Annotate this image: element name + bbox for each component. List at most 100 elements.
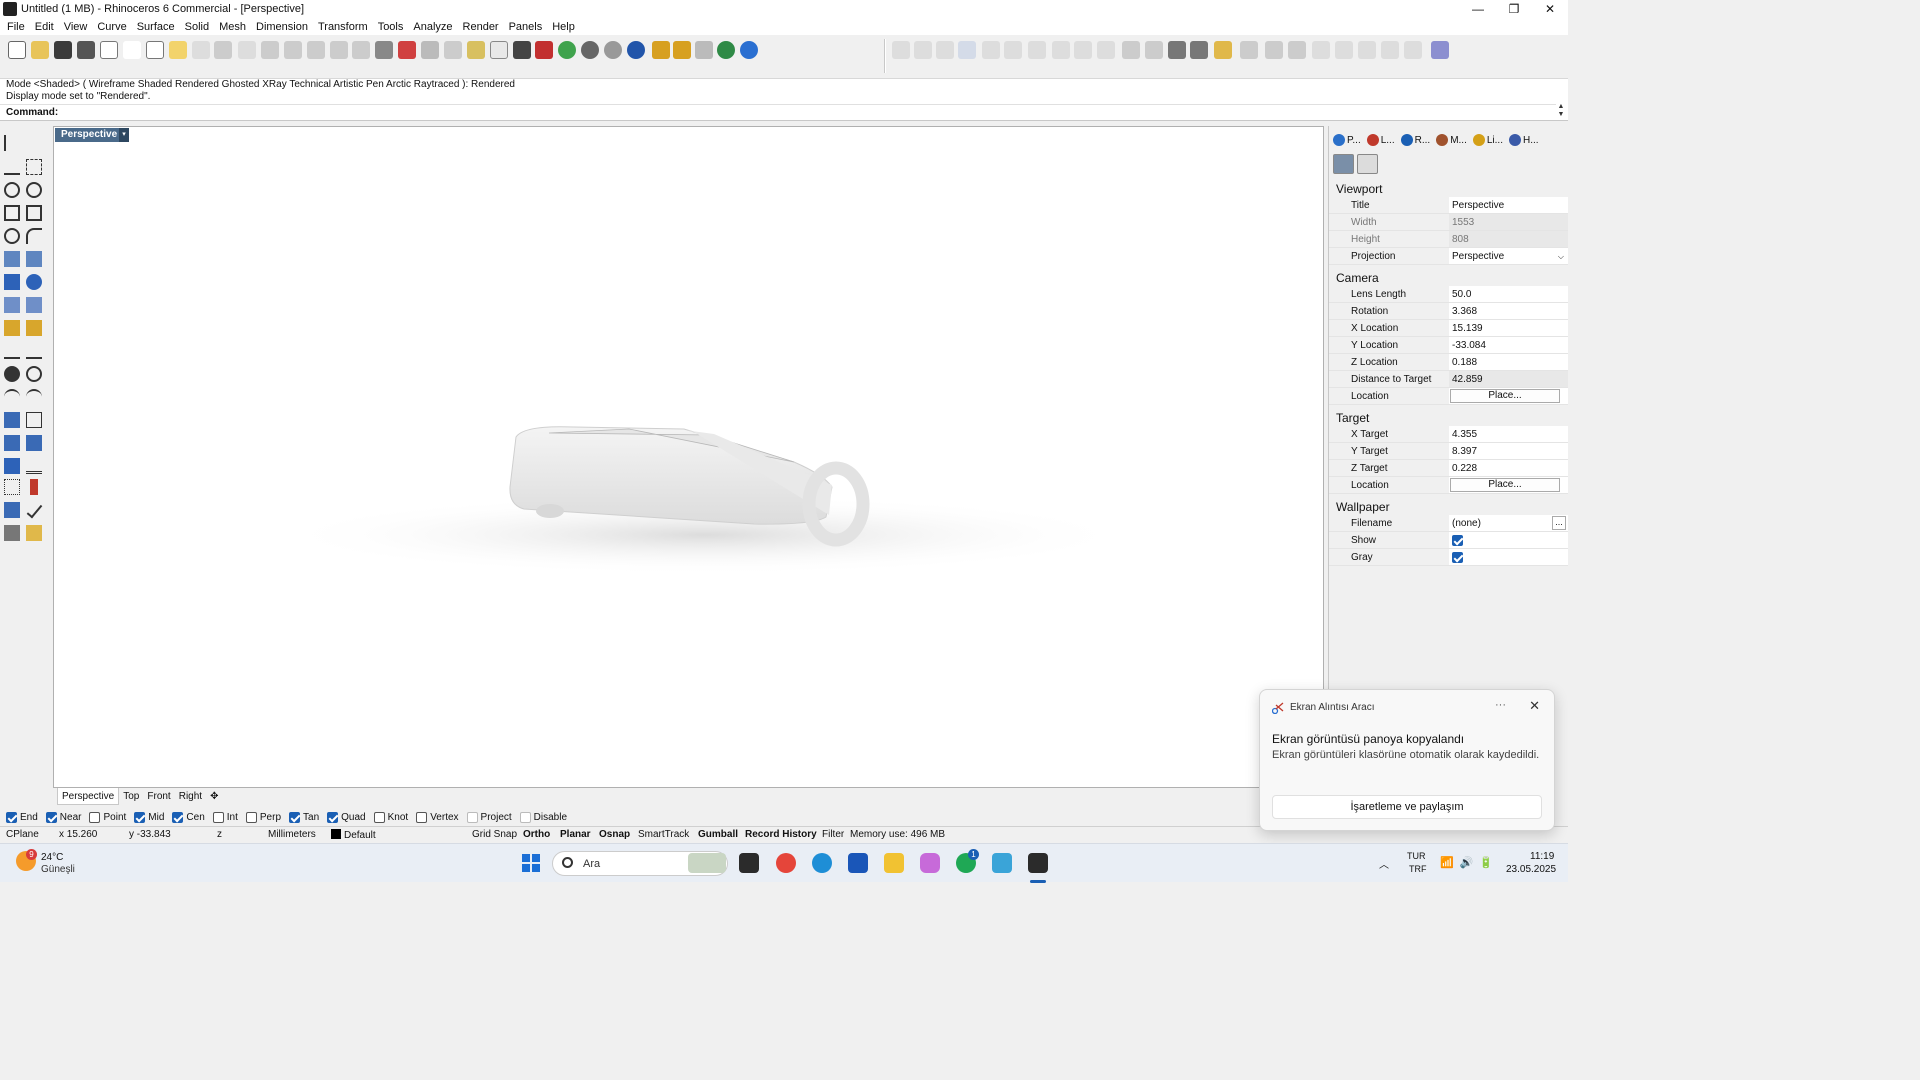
- tab-help[interactable]: H...: [1508, 134, 1539, 146]
- surface-tool-14-icon[interactable]: [1190, 41, 1208, 59]
- checkbox-icon[interactable]: [134, 812, 146, 823]
- zoom-icon[interactable]: [261, 41, 279, 59]
- tab-properties[interactable]: P...: [1333, 134, 1361, 146]
- trim-icon[interactable]: [4, 343, 20, 359]
- menu-curve[interactable]: Curve: [92, 21, 131, 33]
- menu-tools[interactable]: Tools: [373, 21, 409, 33]
- command-input[interactable]: [61, 106, 1462, 118]
- status-osnap[interactable]: Osnap: [599, 829, 630, 840]
- weather-description[interactable]: Güneşli: [41, 864, 75, 875]
- checkbox-icon[interactable]: [245, 812, 257, 823]
- status-layer[interactable]: Default: [331, 829, 376, 841]
- status-planar[interactable]: Planar: [560, 829, 591, 840]
- select-arrow-icon[interactable]: [4, 135, 20, 151]
- rendered-sphere-icon[interactable]: [604, 41, 622, 59]
- close-icon[interactable]: ✕: [1529, 698, 1540, 714]
- camera-icon[interactable]: [1333, 154, 1354, 174]
- boolean-icon[interactable]: [4, 320, 20, 336]
- polygon-icon[interactable]: [4, 205, 20, 221]
- z-location-field[interactable]: 0.188: [1449, 354, 1568, 370]
- surface-tool-7-icon[interactable]: [1028, 41, 1046, 59]
- z-target-field[interactable]: 0.228: [1449, 460, 1568, 476]
- copy-icon[interactable]: [146, 41, 164, 59]
- shaded-sphere-icon[interactable]: [581, 41, 599, 59]
- menu-mesh[interactable]: Mesh: [214, 21, 251, 33]
- grid-array-icon[interactable]: [4, 479, 20, 495]
- status-grid-snap[interactable]: Grid Snap: [472, 829, 517, 840]
- surface-tool-6-icon[interactable]: [1004, 41, 1022, 59]
- checkbox-icon[interactable]: [89, 812, 101, 823]
- globe-icon[interactable]: [717, 41, 735, 59]
- y-location-field[interactable]: -33.084: [1449, 337, 1568, 353]
- surface-tool-22-icon[interactable]: [1381, 41, 1399, 59]
- surface-tool-1-icon[interactable]: [892, 41, 910, 59]
- status-units[interactable]: Millimeters: [268, 829, 316, 840]
- copilot-icon[interactable]: [920, 853, 940, 873]
- input-language[interactable]: TUR: [1407, 851, 1426, 861]
- rhino-taskbar-icon[interactable]: [1028, 853, 1048, 873]
- undo-icon[interactable]: [192, 41, 210, 59]
- osnap-mid[interactable]: Mid: [134, 812, 164, 823]
- copy-tool-icon[interactable]: [26, 389, 42, 405]
- paste-icon[interactable]: [169, 41, 187, 59]
- chrome-icon[interactable]: [776, 853, 796, 873]
- light-bulb-icon[interactable]: [490, 41, 508, 59]
- block-icon[interactable]: [4, 458, 20, 474]
- windows-start-icon[interactable]: [521, 853, 541, 873]
- menu-transform[interactable]: Transform: [313, 21, 373, 33]
- weather-temperature[interactable]: 24°C: [41, 852, 63, 863]
- new-file-icon[interactable]: [8, 41, 26, 59]
- tab-layers[interactable]: L...: [1366, 134, 1395, 146]
- tab-right[interactable]: Right: [175, 788, 206, 805]
- import-icon[interactable]: [100, 41, 118, 59]
- status-gumball[interactable]: Gumball: [698, 829, 738, 840]
- material-sphere-icon[interactable]: [627, 41, 645, 59]
- file-explorer-icon[interactable]: [884, 853, 904, 873]
- osnap-knot[interactable]: Knot: [373, 812, 408, 823]
- paint-icon[interactable]: [1381, 154, 1402, 174]
- mesh-icon[interactable]: [26, 297, 42, 313]
- checkbox-icon[interactable]: [466, 812, 478, 823]
- osnap-project[interactable]: Project: [466, 812, 512, 823]
- osnap-disable[interactable]: Disable: [519, 812, 567, 823]
- render-icon[interactable]: [652, 41, 670, 59]
- status-smarttrack[interactable]: SmartTrack: [638, 829, 689, 840]
- surface-tool-18-icon[interactable]: [1288, 41, 1306, 59]
- save-icon[interactable]: [54, 41, 72, 59]
- split-icon[interactable]: [26, 343, 42, 359]
- checkbox-icon[interactable]: [45, 812, 57, 823]
- array-icon[interactable]: [4, 435, 20, 451]
- surface-tool-9-icon[interactable]: [1074, 41, 1092, 59]
- network-app-icon[interactable]: [992, 853, 1012, 873]
- lens-length-field[interactable]: 50.0: [1449, 286, 1568, 302]
- surface-tool-11-icon[interactable]: [1122, 41, 1140, 59]
- tab-materials[interactable]: M...: [1436, 134, 1467, 146]
- print-icon[interactable]: [77, 41, 95, 59]
- x-location-field[interactable]: 15.139: [1449, 320, 1568, 336]
- polyline-icon[interactable]: [4, 159, 20, 175]
- ghosted-icon[interactable]: [421, 41, 439, 59]
- status-record-history[interactable]: Record History: [745, 829, 817, 840]
- tab-top[interactable]: Top: [119, 788, 143, 805]
- frame-icon[interactable]: [1357, 154, 1378, 174]
- zoom-extents-icon[interactable]: [307, 41, 325, 59]
- scale-icon[interactable]: [26, 412, 42, 428]
- keyboard-layout[interactable]: TRF: [1409, 864, 1427, 874]
- surface-tool-20-icon[interactable]: [1335, 41, 1353, 59]
- checkbox-icon[interactable]: [373, 812, 385, 823]
- surface-tool-15-icon[interactable]: [1214, 41, 1232, 59]
- pan-icon[interactable]: [214, 41, 232, 59]
- osnap-int[interactable]: Int: [212, 812, 238, 823]
- zoom-window-icon[interactable]: [284, 41, 302, 59]
- surface-from-curves-icon[interactable]: [4, 251, 20, 267]
- surface-tool-10-icon[interactable]: [1097, 41, 1115, 59]
- store-icon[interactable]: [848, 853, 868, 873]
- dimension-icon[interactable]: [695, 41, 713, 59]
- clock-date[interactable]: 23.05.2025: [1506, 864, 1556, 875]
- checkbox-icon[interactable]: [212, 812, 224, 823]
- check-icon[interactable]: [26, 501, 43, 519]
- extrude-surface-icon[interactable]: [26, 251, 42, 267]
- surface-tool-5-icon[interactable]: [982, 41, 1000, 59]
- fillet-icon[interactable]: [26, 228, 42, 244]
- y-target-field[interactable]: 8.397: [1449, 443, 1568, 459]
